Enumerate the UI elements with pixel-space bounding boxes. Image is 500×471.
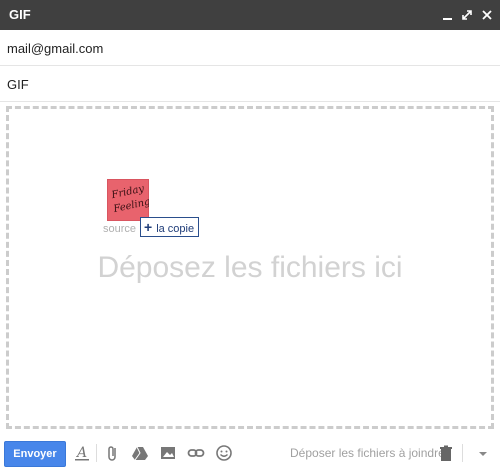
copy-tooltip: + la copie (140, 217, 200, 237)
send-button[interactable]: Envoyer (4, 441, 66, 467)
toolbar-separator (96, 444, 97, 462)
subject-field[interactable]: GIF (0, 66, 500, 102)
drive-icon[interactable] (131, 444, 149, 462)
dragged-gif-thumbnail: Friday Feeling (107, 179, 151, 221)
to-value: mail@gmail.com (7, 41, 104, 56)
drop-message: Déposez les fichiers ici (97, 251, 403, 284)
subject-value: GIF (7, 77, 29, 92)
close-icon[interactable] (480, 8, 494, 22)
svg-text:A: A (75, 445, 87, 461)
expand-icon[interactable] (460, 8, 474, 22)
window-title: GIF (9, 7, 31, 22)
file-dropzone[interactable]: Friday Feeling source + la copie Déposez … (6, 106, 494, 429)
minimize-icon[interactable] (441, 8, 455, 22)
more-options-icon[interactable] (474, 444, 492, 462)
image-icon[interactable] (159, 444, 177, 462)
attach-hint-text: Déposer les fichiers à joindre (290, 446, 445, 460)
copy-tooltip-text: la copie (156, 223, 195, 235)
trash-icon[interactable] (437, 444, 455, 462)
to-field[interactable]: mail@gmail.com (0, 30, 500, 66)
emoji-icon[interactable] (215, 444, 233, 462)
format-text-icon[interactable]: A (73, 444, 91, 462)
compose-titlebar[interactable]: GIF (0, 0, 500, 30)
paperclip-icon[interactable] (104, 444, 122, 462)
compose-toolbar: Envoyer A Déposer les fichiers à joindre (0, 432, 500, 471)
plus-icon: + (144, 219, 153, 235)
toolbar-separator (462, 444, 463, 462)
link-icon[interactable] (187, 444, 205, 462)
